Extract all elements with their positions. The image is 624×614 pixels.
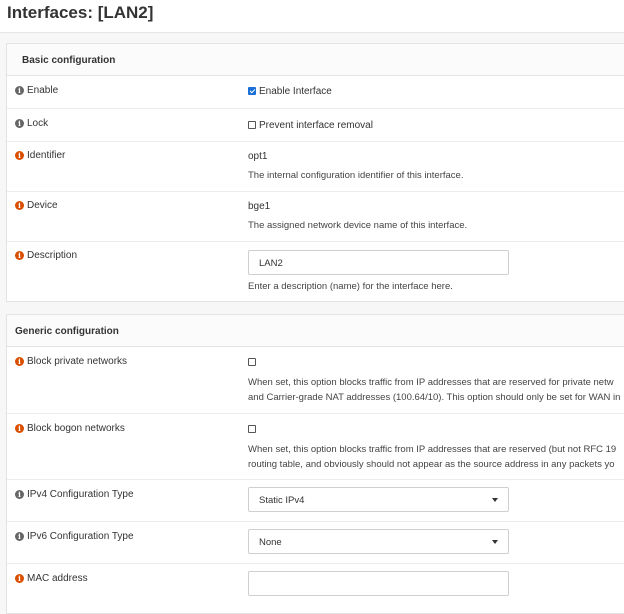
ipv6-type-select[interactable]: None (248, 529, 509, 554)
panel-heading: Basic configuration (7, 44, 624, 76)
info-icon[interactable]: i (15, 357, 24, 366)
device-help: The assigned network device name of this… (248, 220, 468, 231)
basic-configuration-heading: Basic configuration (22, 55, 116, 66)
info-icon[interactable]: i (15, 490, 24, 499)
ipv4-type-row: i IPv4 Configuration Type Static IPv4 (7, 480, 624, 522)
block-bogon-checkbox[interactable] (248, 425, 256, 434)
device-value: bge1 (248, 201, 271, 212)
block-private-label: Block private networks (27, 356, 128, 367)
ipv6-type-selected: None (259, 537, 282, 548)
caret-down-icon (492, 498, 498, 502)
prevent-removal-checkbox-label[interactable]: Prevent interface removal (259, 120, 373, 131)
page-header: Interfaces: [LAN2] (0, 0, 624, 33)
ipv6-type-row: i IPv6 Configuration Type None (7, 522, 624, 564)
identifier-label: Identifier (27, 150, 66, 161)
description-label: Description (27, 250, 78, 261)
info-icon[interactable]: i (15, 251, 24, 260)
info-icon[interactable]: i (15, 86, 24, 95)
info-icon[interactable]: i (15, 574, 24, 583)
block-private-checkbox[interactable] (248, 358, 256, 367)
identifier-value: opt1 (248, 151, 268, 162)
ipv4-type-select[interactable]: Static IPv4 (248, 487, 509, 512)
block-bogon-help-line1: When set, this option blocks traffic fro… (248, 444, 617, 455)
caret-down-icon (492, 540, 498, 544)
identifier-row: i Identifier opt1 The internal configura… (7, 142, 624, 192)
mac-address-row: i MAC address (7, 564, 624, 614)
ipv4-type-label: IPv4 Configuration Type (27, 489, 134, 500)
ipv6-type-label: IPv6 Configuration Type (27, 531, 134, 542)
mac-address-label: MAC address (27, 573, 88, 584)
block-private-help-line1: When set, this option blocks traffic fro… (248, 377, 614, 388)
block-private-row: i Block private networks When set, this … (7, 347, 624, 414)
description-input[interactable]: LAN2 (248, 250, 509, 275)
enable-interface-checkbox[interactable] (248, 87, 256, 96)
enable-row: i Enable Enable Interface (7, 76, 624, 109)
enable-interface-checkbox-label[interactable]: Enable Interface (259, 86, 332, 97)
generic-configuration-panel: Generic configuration i Block private ne… (6, 314, 624, 614)
info-icon[interactable]: i (15, 151, 24, 160)
block-private-help-line2: and Carrier-grade NAT addresses (100.64/… (248, 392, 621, 403)
ipv4-type-selected: Static IPv4 (259, 495, 305, 506)
info-icon[interactable]: i (15, 201, 24, 210)
lock-label: Lock (27, 118, 49, 129)
page-title: Interfaces: [LAN2] (7, 3, 154, 22)
generic-configuration-heading: Generic configuration (15, 326, 119, 337)
mac-address-input[interactable] (248, 571, 509, 596)
lock-row: i Lock Prevent interface removal (7, 109, 624, 142)
prevent-removal-checkbox[interactable] (248, 121, 256, 130)
description-help: Enter a description (name) for the inter… (248, 281, 453, 292)
info-icon[interactable]: i (15, 532, 24, 541)
basic-configuration-panel: Basic configuration i Enable Enable Inte… (6, 43, 624, 302)
enable-label: Enable (27, 85, 59, 96)
block-bogon-label: Block bogon networks (27, 423, 125, 434)
panel-heading: Generic configuration (7, 315, 624, 347)
device-row: i Device bge1 The assigned network devic… (7, 192, 624, 242)
info-icon[interactable]: i (15, 424, 24, 433)
block-bogon-row: i Block bogon networks When set, this op… (7, 414, 624, 480)
device-label: Device (27, 200, 58, 211)
description-row: i Description LAN2 Enter a description (… (7, 242, 624, 302)
block-bogon-help-line2: routing table, and obviously should not … (248, 459, 615, 470)
info-icon[interactable]: i (15, 119, 24, 128)
identifier-help: The internal configuration identifier of… (248, 170, 464, 181)
